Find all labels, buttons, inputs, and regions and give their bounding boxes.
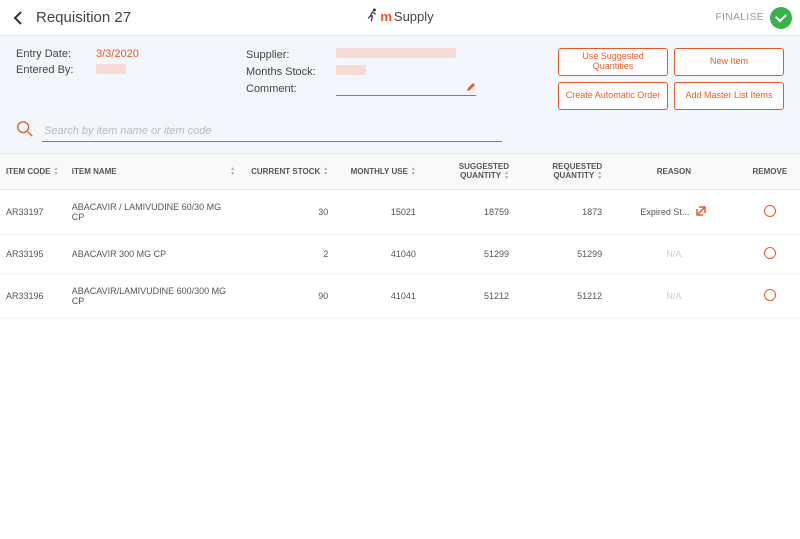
use-suggested-button[interactable]: Use Suggested Quantities [558,48,668,76]
search-icon [16,120,34,143]
cell-requested-qty[interactable]: 51212 [515,274,608,319]
new-item-button[interactable]: New Item [674,48,784,76]
months-stock-value [336,65,366,78]
col-remove: REMOVE [740,154,800,190]
cell-item-name: ABACAVIR 300 MG CP [66,235,241,274]
sort-icon [411,167,416,177]
supplier-label: Supplier: [246,49,336,61]
cell-reason[interactable]: Expired St... [608,190,740,235]
cell-remove[interactable] [740,190,800,235]
cell-item-code: AR33197 [0,190,66,235]
sort-icon [323,167,328,177]
sort-icon [504,171,509,181]
cell-item-code: AR33195 [0,235,66,274]
reason-value: Expired St... [640,207,689,217]
finalise-button[interactable] [770,7,792,29]
sort-icon [53,167,58,177]
pencil-icon [466,82,476,95]
cell-current-stock: 90 [241,274,334,319]
comment-input[interactable] [336,82,476,96]
cell-remove[interactable] [740,274,800,319]
cell-item-name: ABACAVIR / LAMIVUDINE 60/30 MG CP [66,190,241,235]
app-brand: mSupply [366,8,433,25]
cell-requested-qty[interactable]: 51299 [515,235,608,274]
info-panel: Entry Date: 3/3/2020 Entered By: Supplie… [0,36,800,153]
back-button[interactable] [8,8,28,28]
finalise-label: FINALISE [716,12,764,23]
page-title: Requisition 27 [36,9,131,26]
col-item-code[interactable]: ITEM CODE [0,154,66,190]
comment-label: Comment: [246,83,336,95]
items-table: ITEM CODE ITEM NAME CURRENT STOCK MONTHL… [0,153,800,319]
entered-by-value [96,64,126,77]
cell-suggested-qty: 51299 [422,235,515,274]
col-suggested-qty[interactable]: SUGGESTED QUANTITY [422,154,515,190]
add-master-list-button[interactable]: Add Master List Items [674,82,784,110]
entered-by-label: Entered By: [16,64,96,77]
col-reason: REASON [608,154,740,190]
col-item-name[interactable]: ITEM NAME [66,154,241,190]
running-man-icon [366,8,378,25]
title-bar: Requisition 27 mSupply FINALISE [0,0,800,36]
supplier-value [336,48,456,61]
sort-icon [597,171,602,181]
cell-reason[interactable]: N/A [608,235,740,274]
cell-current-stock: 30 [241,190,334,235]
brand-supply: Supply [394,9,434,24]
brand-m: m [380,9,392,24]
cell-monthly-use: 41041 [334,274,422,319]
cell-suggested-qty: 18759 [422,190,515,235]
cell-monthly-use: 41040 [334,235,422,274]
cell-current-stock: 2 [241,235,334,274]
cell-reason[interactable]: N/A [608,274,740,319]
remove-icon[interactable] [764,205,776,217]
open-reason-icon[interactable] [695,205,707,219]
remove-icon[interactable] [764,289,776,301]
table-row: AR33195 ABACAVIR 300 MG CP 2 41040 51299… [0,235,800,274]
reason-value: N/A [666,249,681,259]
months-stock-label: Months Stock: [246,66,336,78]
col-monthly-use[interactable]: MONTHLY USE [334,154,422,190]
cell-monthly-use: 15021 [334,190,422,235]
col-requested-qty[interactable]: REQUESTED QUANTITY [515,154,608,190]
cell-item-name: ABACAVIR/LAMIVUDINE 600/300 MG CP [66,274,241,319]
table-row: AR33197 ABACAVIR / LAMIVUDINE 60/30 MG C… [0,190,800,235]
entry-date-value: 3/3/2020 [96,48,139,60]
reason-value: N/A [666,291,681,301]
cell-item-code: AR33196 [0,274,66,319]
table-row: AR33196 ABACAVIR/LAMIVUDINE 600/300 MG C… [0,274,800,319]
cell-requested-qty[interactable]: 1873 [515,190,608,235]
remove-icon[interactable] [764,247,776,259]
cell-remove[interactable] [740,235,800,274]
entry-date-label: Entry Date: [16,48,96,60]
create-auto-order-button[interactable]: Create Automatic Order [558,82,668,110]
search-input[interactable] [42,121,502,142]
col-current-stock[interactable]: CURRENT STOCK [241,154,334,190]
cell-suggested-qty: 51212 [422,274,515,319]
sort-icon [230,167,235,177]
